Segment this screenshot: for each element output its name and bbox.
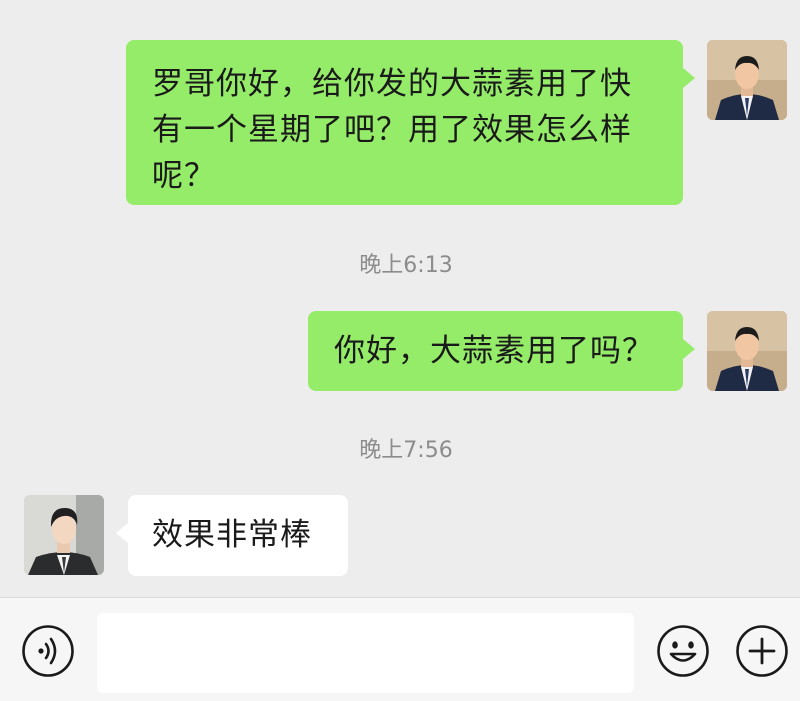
message-text: 你好，大蒜素用了吗？: [334, 333, 654, 369]
avatar-self-image: [707, 40, 787, 120]
plus-icon[interactable]: [734, 623, 790, 679]
timestamp: 晚上6:13: [359, 253, 453, 278]
message-bubble-sent[interactable]: 罗哥你好，给你发的大蒜素用了快有一个星期了吧？用了效果怎么样呢？: [126, 40, 695, 205]
message-bubble-received[interactable]: 效果非常棒: [116, 495, 348, 576]
chat-area: 罗哥你好，给你发的大蒜素用了快有一个星期了吧？用了效果怎么样呢？ 晚上6:13 …: [0, 0, 800, 597]
avatar-self-image: [707, 311, 787, 391]
emoji-icon[interactable]: [655, 623, 711, 679]
message-text: 罗哥你好，给你发的大蒜素用了快有一个星期了吧？用了效果怎么样呢？: [152, 66, 632, 194]
timestamp: 晚上7:56: [359, 438, 453, 463]
message-text: 效果非常棒: [152, 517, 312, 553]
input-bar: [0, 597, 800, 701]
voice-icon[interactable]: [20, 623, 76, 679]
message-bubble-sent[interactable]: 你好，大蒜素用了吗？: [308, 311, 695, 391]
avatar-self[interactable]: [707, 40, 787, 120]
avatar-self[interactable]: [707, 311, 787, 391]
avatar-contact[interactable]: [24, 495, 104, 575]
message-input[interactable]: [97, 613, 634, 693]
avatar-contact-image: [24, 495, 104, 575]
